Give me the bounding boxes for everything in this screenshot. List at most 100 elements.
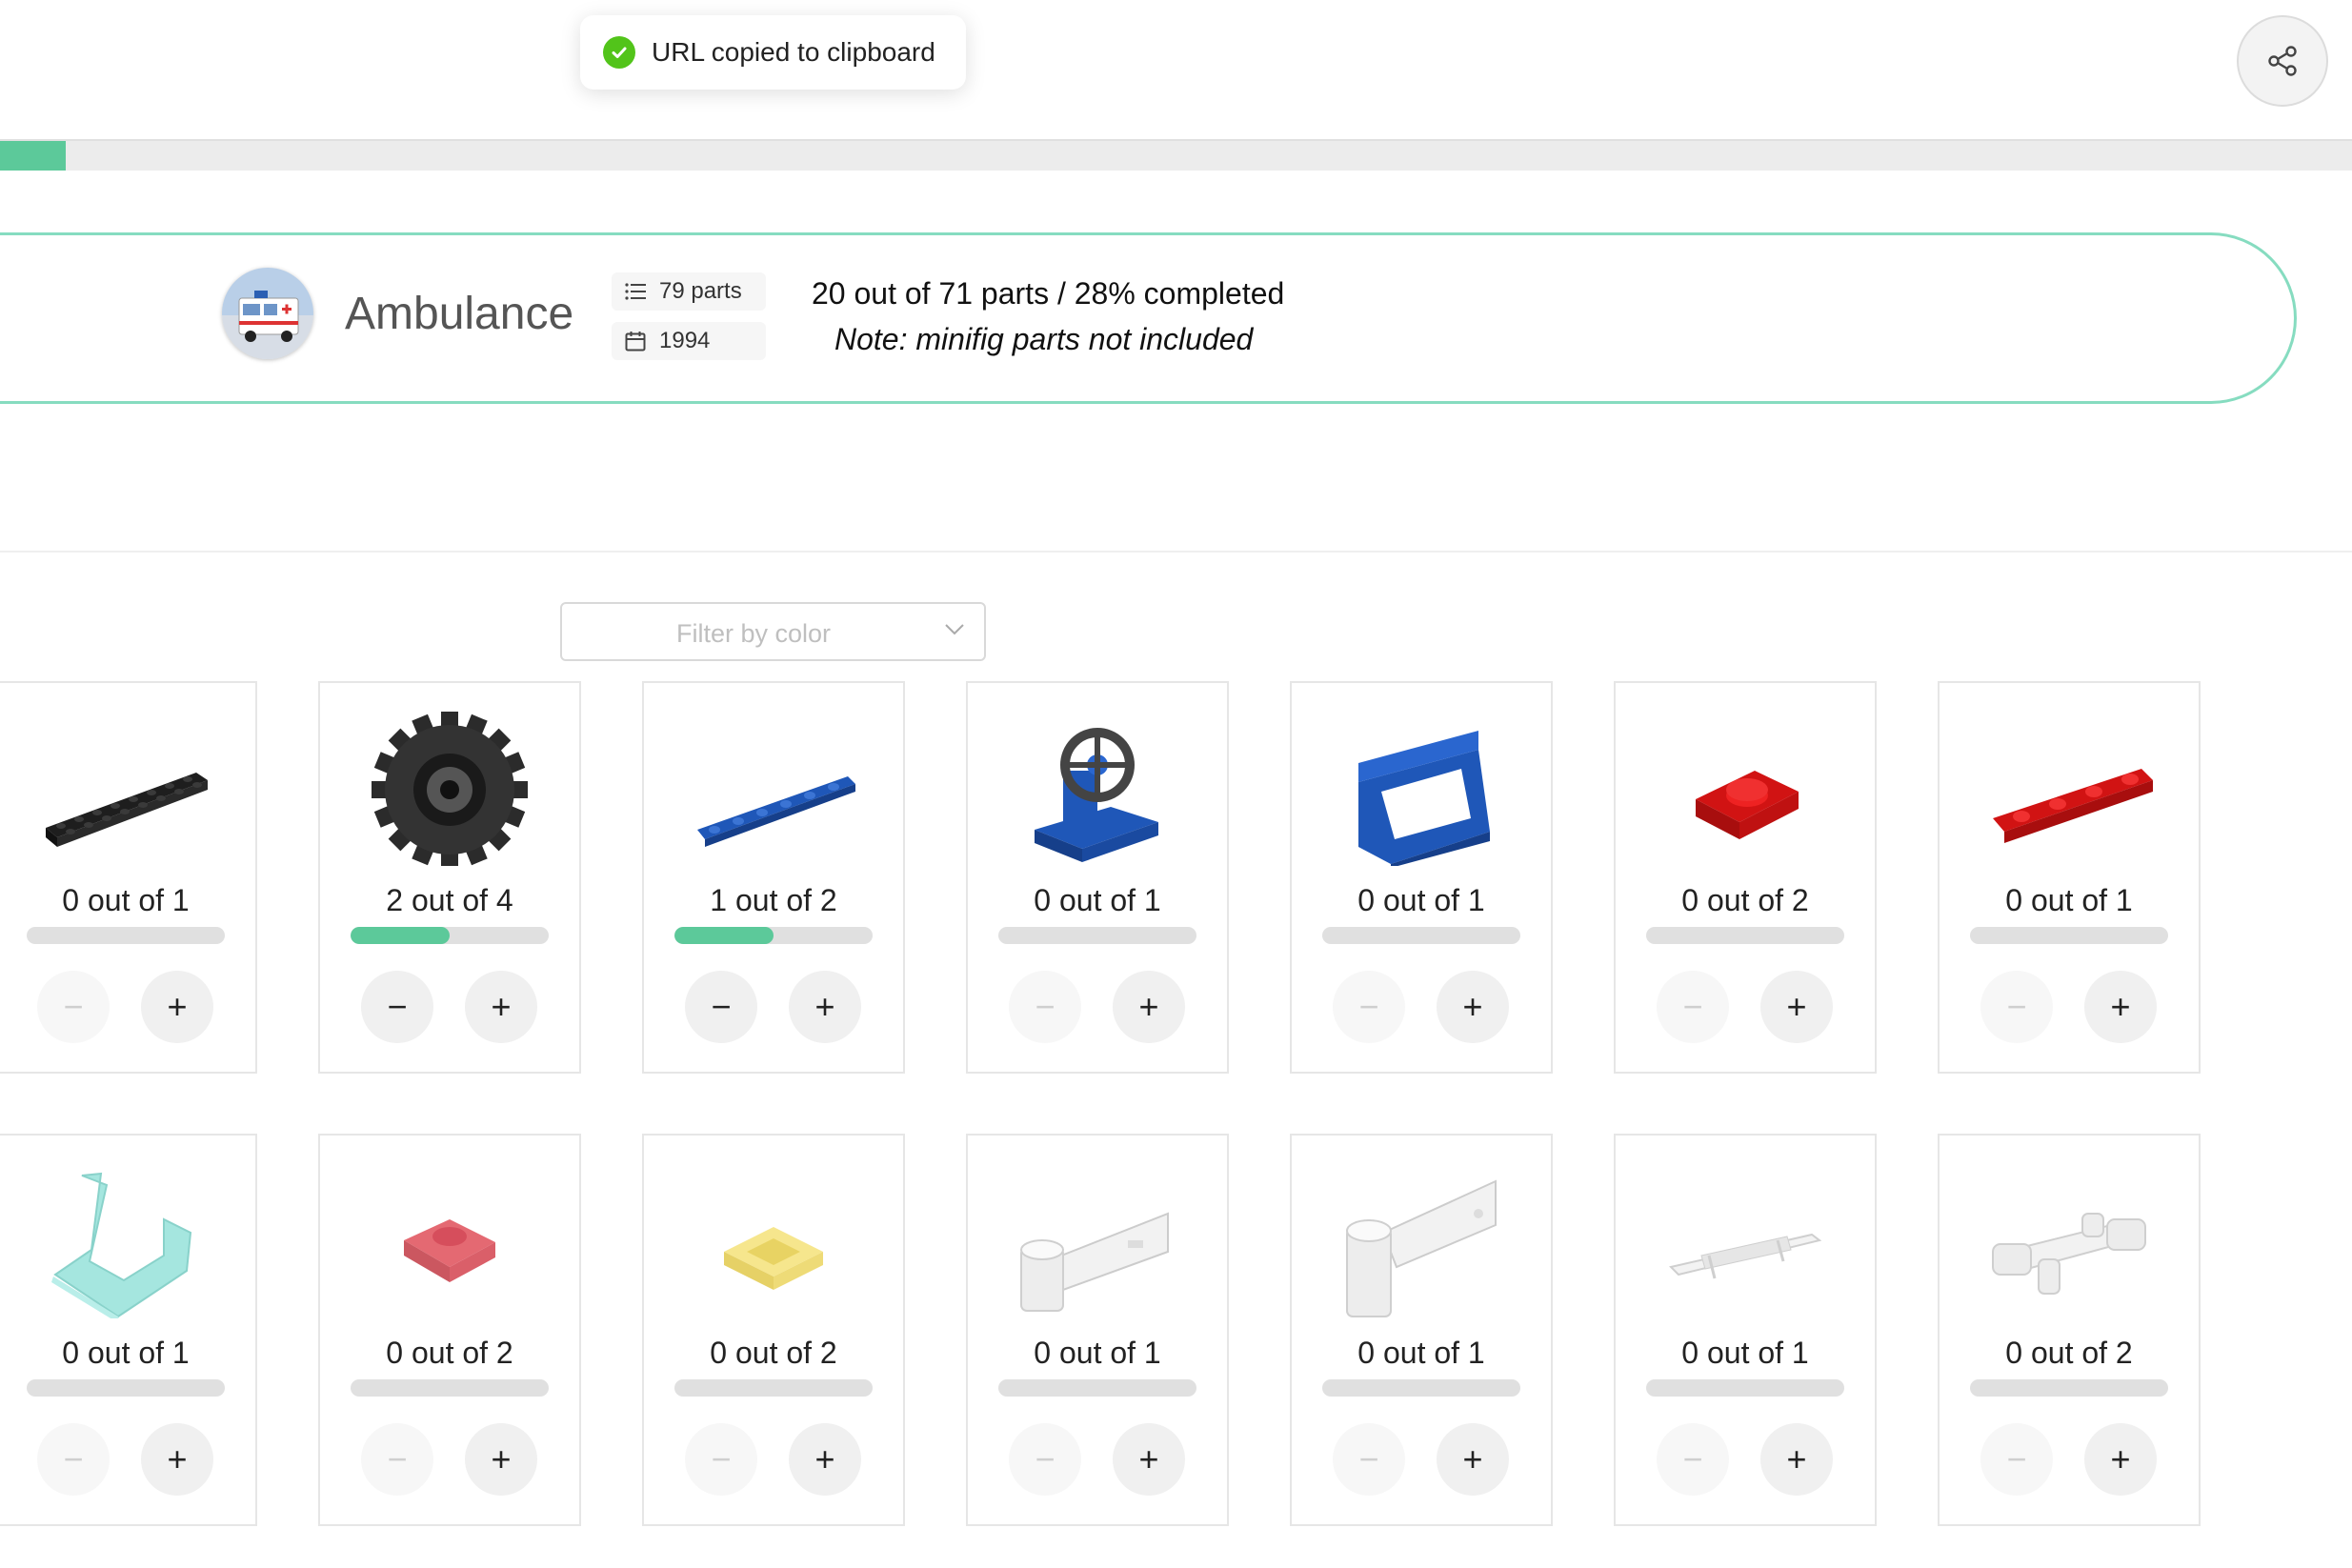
part-image [644, 1156, 903, 1318]
part-progress-bar [351, 927, 549, 944]
decrement-button[interactable]: − [1657, 971, 1729, 1043]
part-image [1940, 704, 2199, 866]
increment-button[interactable]: + [1113, 971, 1185, 1043]
part-card: 1 out of 2 − + [642, 681, 905, 1074]
part-image [1292, 704, 1551, 868]
increment-button[interactable]: + [2084, 971, 2157, 1043]
decrement-button[interactable]: − [361, 1423, 433, 1496]
decrement-button[interactable]: − [37, 1423, 110, 1496]
part-image [968, 704, 1227, 866]
decrement-button[interactable]: − [685, 1423, 757, 1496]
part-card: 0 out of 2 − + [642, 1134, 905, 1526]
overall-progress-fill [0, 141, 67, 171]
decrement-button[interactable]: − [1980, 1423, 2053, 1496]
increment-button[interactable]: + [1113, 1423, 1185, 1496]
parts-count-text: 79 parts [659, 278, 742, 304]
decrement-button[interactable]: − [37, 971, 110, 1043]
part-image [320, 1156, 579, 1318]
set-title: Ambulance [345, 289, 574, 339]
part-card: 0 out of 1 − + [0, 1134, 257, 1526]
part-card: 0 out of 2 − + [318, 1134, 581, 1526]
increment-button[interactable]: + [1760, 971, 1833, 1043]
part-progress-fill [674, 927, 774, 944]
increment-button[interactable]: + [789, 971, 861, 1043]
increment-button[interactable]: + [2084, 1423, 2157, 1496]
toast-message: URL copied to clipboard [652, 37, 935, 67]
decrement-button[interactable]: − [1333, 971, 1405, 1043]
part-card: 0 out of 2 − + [1614, 681, 1877, 1074]
calendar-icon [625, 332, 646, 352]
part-progress-bar [1646, 1379, 1844, 1397]
part-progress-bar [998, 927, 1196, 944]
increment-button[interactable]: + [465, 1423, 537, 1496]
part-count: 0 out of 1 [1034, 1336, 1161, 1370]
part-count: 0 out of 2 [2005, 1336, 2133, 1370]
decrement-button[interactable]: − [1009, 971, 1081, 1043]
part-count: 0 out of 1 [1034, 883, 1161, 917]
set-thumbnail [222, 268, 313, 359]
part-progress-bar [998, 1379, 1196, 1397]
decrement-button[interactable]: − [1009, 1423, 1081, 1496]
completion-summary: 20 out of 71 parts / 28% completed [812, 276, 1285, 311]
part-image [644, 704, 903, 866]
share-icon [2268, 46, 2297, 76]
share-button[interactable] [2237, 15, 2328, 107]
part-image [320, 704, 579, 868]
part-image [0, 1156, 255, 1324]
part-progress-fill [351, 927, 450, 944]
part-card: 2 out of 4 − + [318, 681, 581, 1074]
part-image [1616, 1156, 1875, 1318]
part-count: 0 out of 1 [62, 883, 190, 917]
section-divider [0, 551, 2352, 553]
parts-count-chip: 79 parts [612, 272, 766, 311]
part-progress-bar [351, 1379, 549, 1397]
part-card: 0 out of 1 − + [1290, 681, 1553, 1074]
part-card: 0 out of 2 − + [1938, 1134, 2201, 1526]
part-card: 0 out of 1 − + [966, 1134, 1229, 1526]
part-progress-bar [1646, 927, 1844, 944]
part-progress-bar [1322, 1379, 1520, 1397]
toast-notification: URL copied to clipboard [580, 15, 966, 90]
part-card: 0 out of 1 − + [0, 681, 257, 1074]
increment-button[interactable]: + [465, 971, 537, 1043]
part-count: 0 out of 1 [1357, 1336, 1485, 1370]
increment-button[interactable]: + [1437, 971, 1509, 1043]
part-progress-bar [27, 927, 225, 944]
increment-button[interactable]: + [141, 1423, 213, 1496]
part-count: 2 out of 4 [386, 883, 513, 917]
part-card: 0 out of 1 − + [1290, 1134, 1553, 1526]
increment-button[interactable]: + [1760, 1423, 1833, 1496]
part-count: 0 out of 1 [2005, 883, 2133, 917]
minifig-note: Note: minifig parts not included [834, 322, 1254, 356]
overall-progress-bar [0, 139, 2352, 171]
part-progress-bar [1970, 1379, 2168, 1397]
decrement-button[interactable]: − [361, 971, 433, 1043]
part-count: 0 out of 2 [1681, 883, 1809, 917]
part-image [0, 704, 255, 866]
part-image [1616, 704, 1875, 866]
part-count: 1 out of 2 [710, 883, 837, 917]
color-filter-placeholder: Filter by color [676, 619, 832, 648]
increment-button[interactable]: + [1437, 1423, 1509, 1496]
chevron-down-icon [945, 624, 964, 635]
part-progress-bar [27, 1379, 225, 1397]
part-count: 0 out of 2 [710, 1336, 837, 1370]
part-count: 0 out of 1 [62, 1336, 190, 1370]
part-card: 0 out of 1 − + [966, 681, 1229, 1074]
color-filter-select[interactable]: Filter by color [560, 602, 986, 661]
increment-button[interactable]: + [789, 1423, 861, 1496]
part-progress-bar [674, 1379, 873, 1397]
part-progress-bar [674, 927, 873, 944]
decrement-button[interactable]: − [1333, 1423, 1405, 1496]
part-image [1940, 1156, 2199, 1318]
increment-button[interactable]: + [141, 971, 213, 1043]
decrement-button[interactable]: − [1980, 971, 2053, 1043]
decrement-button[interactable]: − [685, 971, 757, 1043]
part-card: 0 out of 1 − + [1938, 681, 2201, 1074]
part-count: 0 out of 1 [1681, 1336, 1809, 1370]
part-count: 0 out of 1 [1357, 883, 1485, 917]
part-card: 0 out of 1 − + [1614, 1134, 1877, 1526]
list-icon [625, 283, 646, 300]
decrement-button[interactable]: − [1657, 1423, 1729, 1496]
check-circle-icon [603, 36, 635, 69]
